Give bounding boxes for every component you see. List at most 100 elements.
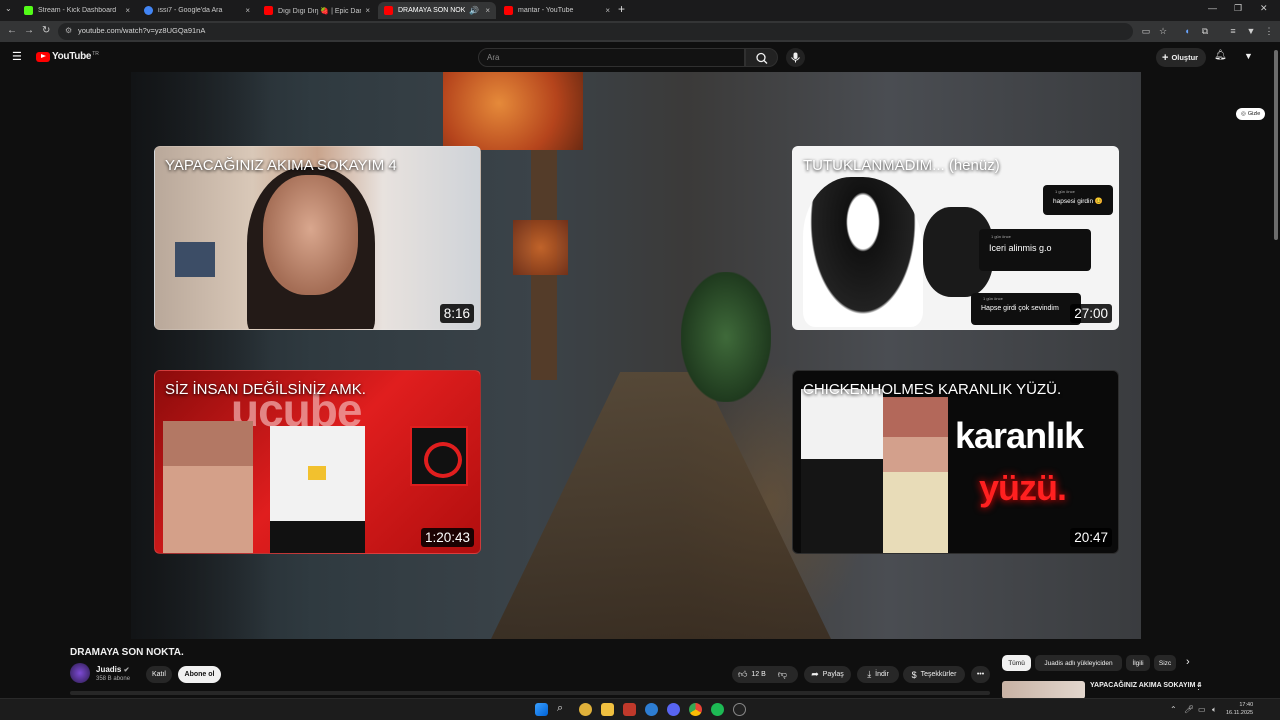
scene-lamp [443, 72, 583, 150]
close-icon[interactable]: × [125, 6, 130, 15]
voice-search-button[interactable] [786, 48, 805, 67]
windows-start-icon[interactable] [535, 703, 548, 716]
taskbar-clock[interactable]: 17:40 16.11.2025 [1226, 701, 1253, 717]
tab-search-icon[interactable]: ⌄ [5, 4, 12, 13]
site-info-icon[interactable]: ⚙ [65, 26, 72, 35]
chip-all[interactable]: Tümü [1002, 655, 1031, 671]
create-button[interactable]: + Oluştur [1156, 48, 1207, 67]
end-card-video-3[interactable]: ucube SİZ İNSAN DEĞİLSİNİZ AMK. 1:20:43 [154, 370, 481, 554]
reload-icon[interactable]: ↻ [42, 25, 50, 36]
taskbar-app-icon[interactable] [623, 703, 636, 716]
close-window-icon[interactable]: ✕ [1260, 3, 1268, 14]
search-button[interactable] [745, 48, 778, 67]
search-placeholder: Ara [487, 53, 500, 62]
end-card-video-2[interactable]: 1 gün önce hapsesi girdin 😊 1 gün önce I… [792, 146, 1119, 330]
end-card-video-1[interactable]: YAPACAĞINIZ AKIMA SOKAYIM 4 8:16 [154, 146, 481, 330]
dislike-thumbs-down-icon[interactable]: 👎︎ [778, 669, 787, 680]
tray-chevron-icon[interactable]: ⌃ [1170, 705, 1177, 714]
browser-tab-strip: ⌄ Stream - Kick Dashboard × issi7 - Goog… [0, 0, 1280, 21]
taskbar-app-icon[interactable] [733, 703, 746, 716]
eye-off-icon: ◎ [1241, 111, 1246, 117]
thumb-chicken [801, 389, 883, 553]
taskbar-widget-icon[interactable] [579, 703, 592, 716]
end-card-title: CHICKENHOLMES KARANLIK YÜZÜ. [803, 381, 1062, 398]
chip-related[interactable]: İlgili [1126, 655, 1150, 671]
tab-google-search[interactable]: issi7 - Google'da Ara × [138, 2, 256, 19]
bookmark-star-icon[interactable]: ☆ [1158, 26, 1168, 36]
thumb-chicken [270, 426, 365, 553]
scene-floor [491, 372, 831, 639]
close-icon[interactable]: × [365, 6, 370, 15]
taskbar-app-icon[interactable] [645, 703, 658, 716]
channel-avatar[interactable] [70, 663, 90, 683]
channel-name[interactable]: Juadis ✔ [96, 665, 129, 674]
minimize-icon[interactable]: — [1208, 3, 1217, 13]
discord-icon[interactable] [667, 703, 680, 716]
subscribe-button[interactable]: Abone ol [178, 666, 221, 683]
close-icon[interactable]: × [245, 6, 250, 15]
thumb-comment: 1 gün önce Iceri alinmis g.o [979, 229, 1091, 271]
youtube-logo[interactable]: YouTube TR [36, 51, 99, 62]
tray-volume-icon[interactable]: 🔈︎ [1212, 705, 1217, 715]
close-icon[interactable]: × [605, 6, 610, 15]
file-explorer-icon[interactable] [601, 703, 614, 716]
thumb-logo [410, 426, 468, 486]
hamburger-menu-icon[interactable]: ☰ [12, 50, 22, 63]
recommended-thumbnail[interactable] [1002, 681, 1085, 699]
subscriber-count: 358 B abone [96, 676, 131, 682]
recommended-title[interactable]: YAPACAĞINIZ AKIMA SOKAYIM 4 [1090, 682, 1201, 689]
account-avatar[interactable]: ▼ [1244, 51, 1253, 61]
youtube-icon [264, 6, 273, 15]
tab-mantar-youtube[interactable]: mantar - YouTube × [498, 2, 616, 19]
scrollbar-thumb[interactable] [1274, 50, 1278, 240]
downloads-icon[interactable]: ≡ [1228, 26, 1238, 36]
end-card-title: YAPACAĞINIZ AKIMA SOKAYIM 4 [165, 157, 397, 174]
thumb-character [163, 421, 253, 553]
chrome-icon[interactable] [689, 703, 702, 716]
duration-badge: 8:16 [439, 304, 474, 323]
tab-epic-dance[interactable]: Dıgı Dıgı Dıŋ 🍓 | Epic Dance E × [258, 2, 376, 19]
video-player[interactable]: YAPACAĞINIZ AKIMA SOKAYIM 4 8:16 1 gün ö… [131, 72, 1141, 639]
google-icon [144, 6, 153, 15]
recommended-more-icon[interactable]: ⋮ [1194, 681, 1203, 692]
tray-mic-icon[interactable]: 🎤︎ [1184, 705, 1194, 714]
thumb-shelf [175, 242, 215, 277]
thanks-button[interactable]: $ Teşekkürler [903, 666, 965, 683]
address-bar[interactable]: ⚙ youtube.com/watch?v=yz8UGQa91nA [58, 23, 1133, 40]
chevron-right-icon[interactable]: › [1186, 656, 1190, 668]
end-card-video-4[interactable]: karanlık yüzü. CHICKENHOLMES KARANLIK YÜ… [792, 370, 1119, 554]
forward-icon[interactable]: → [24, 25, 34, 36]
like-count[interactable]: 12 B [751, 671, 765, 678]
extensions-puzzle-icon[interactable]: ⧉ [1200, 26, 1210, 36]
thumb-character [883, 397, 948, 553]
browser-menu-icon[interactable]: ⋮ [1264, 26, 1274, 36]
join-button[interactable]: Katıl [146, 666, 172, 683]
more-actions-button[interactable]: ••• [971, 666, 990, 683]
maximize-icon[interactable]: ❐ [1234, 3, 1242, 14]
chip-for-you[interactable]: Sizc [1154, 655, 1176, 671]
like-thumbs-up-icon[interactable]: 👍︎ [738, 669, 747, 680]
extension-icon[interactable]: ◖ [1182, 26, 1192, 36]
speaker-icon[interactable]: 🔊 [469, 6, 479, 15]
search-icon [756, 52, 768, 64]
close-icon[interactable]: × [485, 6, 490, 15]
cast-icon[interactable]: ▭ [1141, 26, 1151, 36]
taskbar-search-icon[interactable]: ⌕ [557, 702, 563, 715]
back-icon[interactable]: ← [7, 25, 17, 36]
hide-button[interactable]: ◎ Gizle [1236, 108, 1266, 120]
profile-icon[interactable]: ▼ [1246, 26, 1256, 36]
notifications-bell-icon[interactable]: 🔔︎ [1214, 50, 1227, 61]
download-button[interactable]: ⤓ İndir [857, 666, 899, 683]
search-input[interactable]: Ara [478, 48, 745, 67]
spotify-icon[interactable] [711, 703, 724, 716]
new-tab-button[interactable]: + [618, 2, 625, 16]
url-text: youtube.com/watch?v=yz8UGQa91nA [78, 26, 206, 35]
duration-badge: 27:00 [1070, 304, 1112, 323]
tab-kick-dashboard[interactable]: Stream - Kick Dashboard × [18, 2, 136, 19]
tray-network-icon[interactable]: ▭ [1198, 705, 1206, 714]
tab-dramaya-son-nokta[interactable]: DRAMAYA SON NOKTA. - Y 🔊 × [378, 2, 496, 19]
description-box[interactable] [70, 691, 990, 695]
share-button[interactable]: ➦ Paylaş [804, 666, 851, 683]
chip-from-uploader[interactable]: Juadis adlı yükleyiciden [1035, 655, 1122, 671]
plus-icon: + [1162, 51, 1169, 64]
